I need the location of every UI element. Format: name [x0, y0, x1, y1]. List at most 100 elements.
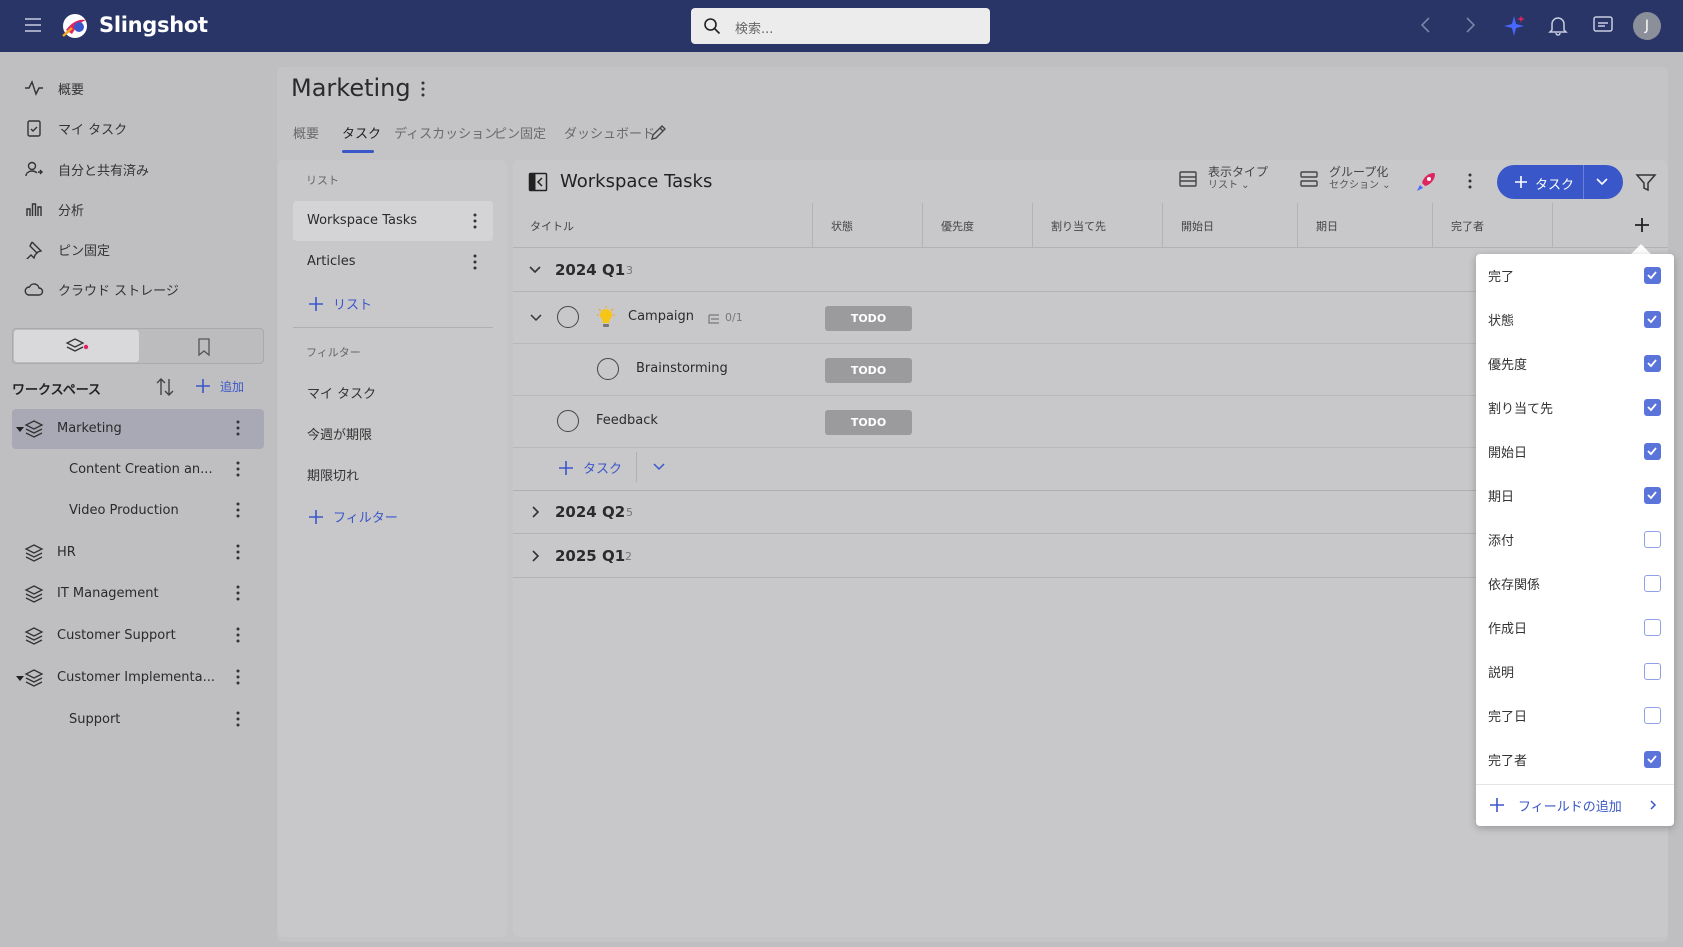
- more-options-icon[interactable]: [421, 81, 425, 97]
- nav-my-tasks[interactable]: マイ タスク: [24, 116, 127, 140]
- column-header-due-date[interactable]: 期日: [1316, 218, 1338, 234]
- field-option-completed-by[interactable]: 完了者: [1476, 738, 1674, 782]
- column-header-title[interactable]: タイトル: [530, 218, 574, 234]
- hamburger-menu-icon[interactable]: [24, 16, 42, 34]
- tab-overview[interactable]: 概要: [293, 123, 319, 142]
- more-options-icon[interactable]: [473, 254, 477, 270]
- list-item-workspace-tasks[interactable]: Workspace Tasks: [293, 201, 493, 241]
- more-options-icon[interactable]: [236, 544, 240, 560]
- field-checkbox[interactable]: [1644, 619, 1661, 636]
- collapse-panel-icon[interactable]: [528, 172, 548, 192]
- workspace-item-customer-implementation[interactable]: Customer Implementa...: [12, 658, 264, 698]
- more-options-icon[interactable]: [1468, 173, 1472, 189]
- field-checkbox[interactable]: [1644, 267, 1661, 284]
- filter-my-tasks[interactable]: マイ タスク: [307, 383, 376, 402]
- bookmark-icon[interactable]: [196, 337, 212, 357]
- field-checkbox[interactable]: [1644, 575, 1661, 592]
- add-filter-button[interactable]: フィルター: [307, 507, 398, 526]
- add-column-plus-icon[interactable]: [1633, 216, 1651, 234]
- workspace-item-hr[interactable]: HR: [12, 533, 264, 573]
- add-task-button[interactable]: タスク: [1497, 165, 1623, 199]
- more-options-icon[interactable]: [236, 461, 240, 477]
- task-complete-checkbox[interactable]: [597, 358, 619, 380]
- field-checkbox[interactable]: [1644, 399, 1661, 416]
- back-arrow-icon[interactable]: [1418, 14, 1434, 36]
- more-options-icon[interactable]: [236, 711, 240, 727]
- add-list-button[interactable]: リスト: [307, 294, 372, 313]
- field-checkbox[interactable]: [1644, 531, 1661, 548]
- field-option-priority[interactable]: 優先度: [1476, 342, 1674, 386]
- field-option-description[interactable]: 説明: [1476, 650, 1674, 694]
- field-checkbox[interactable]: [1644, 663, 1661, 680]
- messages-icon[interactable]: [1592, 14, 1614, 36]
- chevron-down-icon[interactable]: [1595, 177, 1609, 187]
- field-option-completed-date[interactable]: 完了日: [1476, 694, 1674, 738]
- field-option-created-date[interactable]: 作成日: [1476, 606, 1674, 650]
- more-options-icon[interactable]: [473, 213, 477, 229]
- workspace-item-support[interactable]: Support: [12, 700, 264, 740]
- field-checkbox[interactable]: [1644, 443, 1661, 460]
- workspace-item-customer-support[interactable]: Customer Support: [12, 616, 264, 656]
- forward-arrow-icon[interactable]: [1462, 14, 1478, 36]
- tab-dashboard[interactable]: ダッシュボード: [564, 123, 655, 142]
- nav-pinned[interactable]: ピン固定: [24, 237, 110, 261]
- column-header-priority[interactable]: 優先度: [941, 218, 974, 234]
- field-checkbox[interactable]: [1644, 751, 1661, 768]
- list-item-articles[interactable]: Articles: [293, 242, 493, 282]
- field-option-assignee[interactable]: 割り当て先: [1476, 386, 1674, 430]
- column-header-start-date[interactable]: 開始日: [1181, 218, 1214, 234]
- edit-pencil-icon[interactable]: [649, 124, 667, 142]
- nav-analytics[interactable]: 分析: [24, 197, 84, 221]
- column-header-status[interactable]: 状態: [831, 218, 853, 234]
- add-task-row-button[interactable]: タスク: [557, 458, 622, 477]
- more-options-icon[interactable]: [236, 585, 240, 601]
- sort-icon[interactable]: [154, 376, 176, 398]
- nav-overview[interactable]: 概要: [24, 76, 84, 100]
- chevron-down-icon[interactable]: [527, 262, 543, 278]
- chevron-down-icon[interactable]: [529, 311, 543, 325]
- column-header-assignee[interactable]: 割り当て先: [1051, 218, 1106, 234]
- caret-down-icon[interactable]: [16, 674, 24, 682]
- add-workspace-button[interactable]: 追加: [194, 377, 244, 395]
- column-header-completed-by[interactable]: 完了者: [1451, 218, 1484, 234]
- status-badge[interactable]: TODO: [825, 306, 912, 331]
- field-option-due-date[interactable]: 期日: [1476, 474, 1674, 518]
- search-box[interactable]: 検索...: [691, 8, 990, 44]
- field-option-completed[interactable]: 完了: [1476, 254, 1674, 298]
- field-checkbox[interactable]: [1644, 355, 1661, 372]
- task-complete-checkbox[interactable]: [557, 410, 579, 432]
- ai-sparkle-icon[interactable]: [1502, 14, 1526, 38]
- more-options-icon[interactable]: [236, 420, 240, 436]
- chevron-right-icon[interactable]: [527, 548, 543, 564]
- field-checkbox[interactable]: [1644, 311, 1661, 328]
- field-option-dependencies[interactable]: 依存関係: [1476, 562, 1674, 606]
- chevron-right-icon[interactable]: [527, 504, 543, 520]
- nav-shared-with-me[interactable]: 自分と共有済み: [24, 157, 149, 181]
- rocket-icon[interactable]: [1414, 170, 1438, 194]
- more-options-icon[interactable]: [236, 502, 240, 518]
- workspace-item-video-production[interactable]: Video Production: [12, 491, 264, 531]
- nav-cloud-storage[interactable]: クラウド ストレージ: [24, 277, 179, 301]
- more-options-icon[interactable]: [236, 627, 240, 643]
- tab-pinned[interactable]: ピン固定: [494, 123, 546, 142]
- field-checkbox[interactable]: [1644, 707, 1661, 724]
- task-complete-checkbox[interactable]: [557, 306, 579, 328]
- field-option-start-date[interactable]: 開始日: [1476, 430, 1674, 474]
- workspace-item-content-creation[interactable]: Content Creation an...: [12, 450, 264, 490]
- more-options-icon[interactable]: [236, 669, 240, 685]
- chevron-down-icon[interactable]: [652, 461, 666, 473]
- avatar[interactable]: J: [1633, 12, 1661, 40]
- notification-bell-icon[interactable]: [1548, 14, 1568, 36]
- field-option-attachments[interactable]: 添付: [1476, 518, 1674, 562]
- field-checkbox[interactable]: [1644, 487, 1661, 504]
- group-by-selector[interactable]: グループ化 セクション ⌄: [1299, 165, 1391, 193]
- status-badge[interactable]: TODO: [825, 410, 912, 435]
- tab-discussion[interactable]: ディスカッション: [394, 123, 497, 142]
- filter-overdue[interactable]: 期限切れ: [307, 465, 359, 484]
- filter-due-this-week[interactable]: 今週が期限: [307, 424, 372, 443]
- field-option-status[interactable]: 状態: [1476, 298, 1674, 342]
- add-field-button[interactable]: フィールドの追加: [1476, 784, 1674, 824]
- caret-down-icon[interactable]: [16, 425, 24, 433]
- tab-tasks[interactable]: タスク: [342, 123, 381, 142]
- workspace-item-marketing[interactable]: Marketing: [12, 409, 264, 449]
